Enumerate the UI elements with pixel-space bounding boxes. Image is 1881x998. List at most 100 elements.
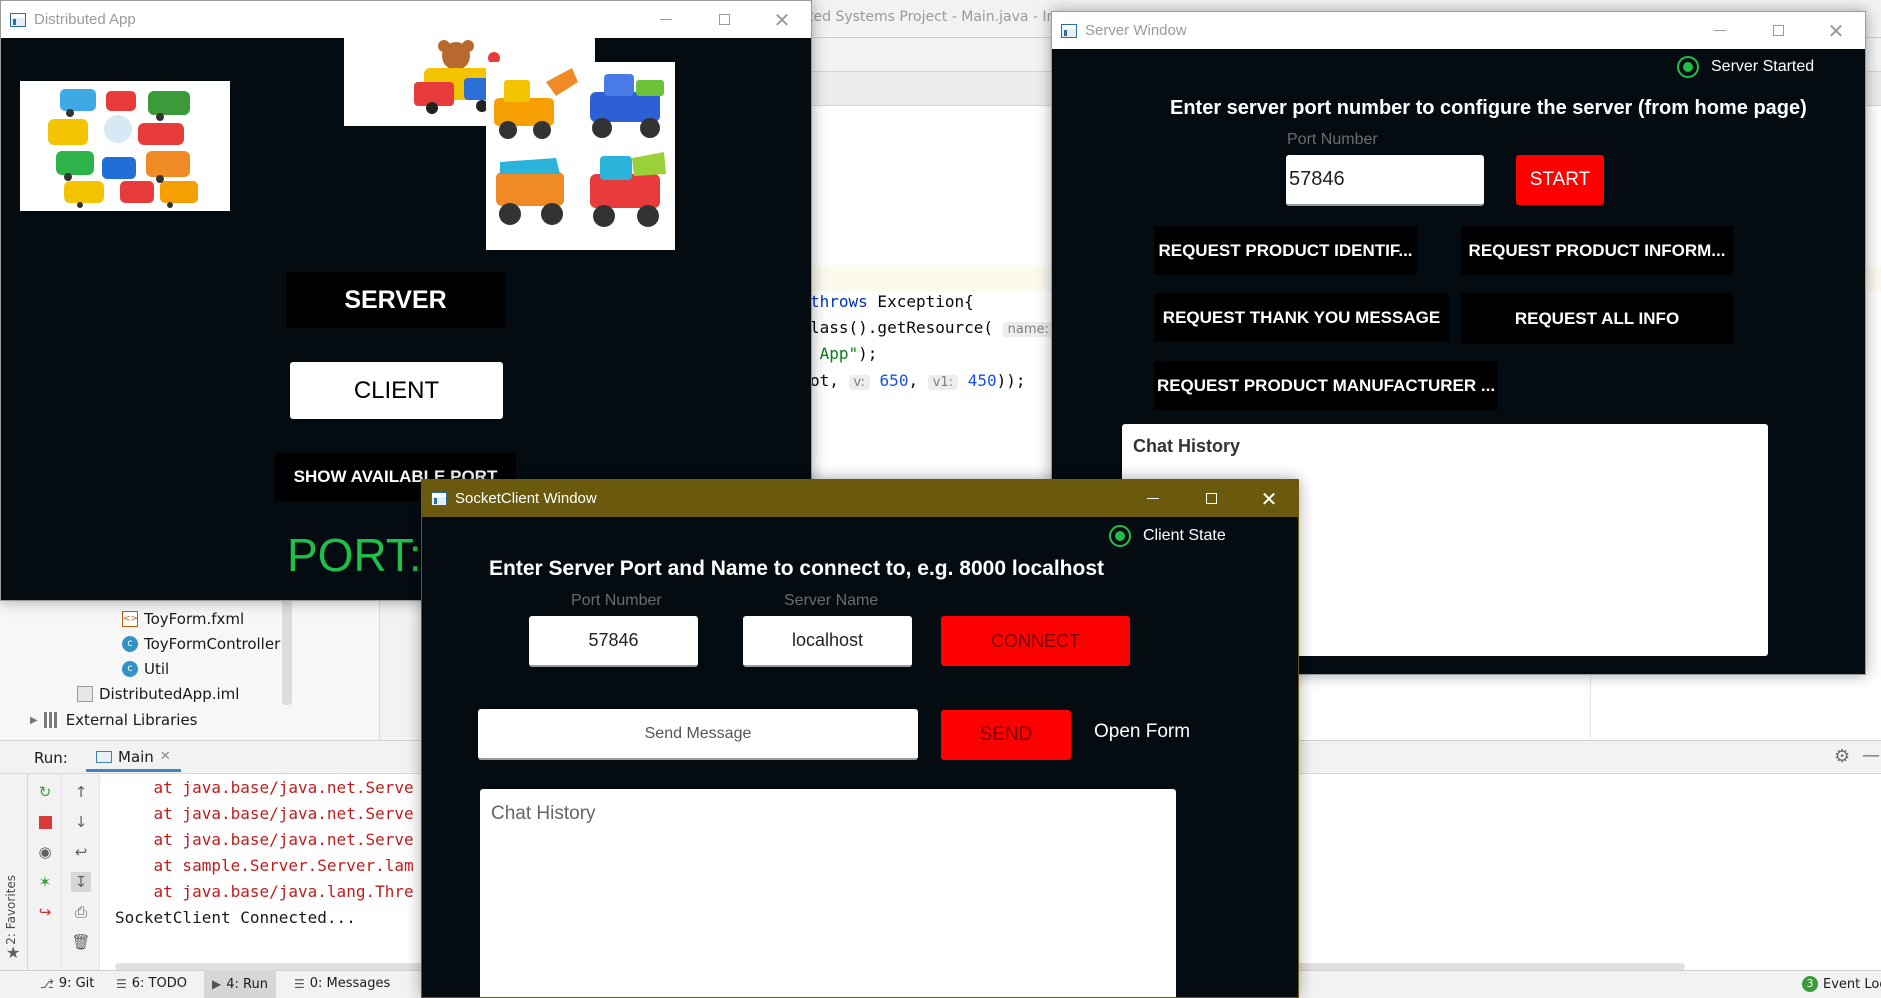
code-text: , [908, 371, 928, 390]
ide-title-text: ted Systems Project - Main.java - Int [808, 9, 1061, 25]
code-number: 450 [967, 371, 997, 390]
code-text: Exception{ [867, 292, 974, 311]
tree-item-label: DistributedApp.iml [99, 685, 240, 703]
port-number-label: Port Number [1287, 131, 1378, 148]
window-title: Distributed App [34, 11, 136, 28]
git-icon: ⎇ [40, 976, 54, 991]
client-state-radio[interactable] [1109, 525, 1131, 547]
client-port-input[interactable]: 57846 [529, 616, 698, 667]
console-line: at java.base/java.lang.Thre [115, 882, 414, 901]
client-state-label: Client State [1143, 527, 1226, 544]
client-button[interactable]: CLIENT [290, 362, 503, 419]
status-tab-label: 9: Git [58, 976, 95, 991]
maximize-icon [1772, 25, 1784, 36]
toy-trucks-image [486, 62, 675, 250]
code-text: ); [858, 344, 878, 363]
tree-item-external-libraries[interactable]: ▶ External Libraries [30, 711, 198, 729]
server-name-input[interactable]: localhost [743, 616, 912, 667]
window-titlebar[interactable]: Server Window ✕ [1052, 12, 1865, 49]
event-log-label: Event Log [1823, 976, 1881, 992]
window-title: Server Window [1085, 22, 1187, 39]
arrow-up-icon[interactable]: ↑ [71, 782, 91, 802]
tree-item-toyformcontroller[interactable]: c ToyFormController [122, 635, 280, 653]
run-toolbar-primary: ↻ ◉ ✶ ↪ [28, 774, 62, 970]
port-number-label: Port Number [571, 592, 662, 609]
open-form-link[interactable]: Open Form [1094, 721, 1190, 743]
gear-icon[interactable]: ⚙ [1834, 748, 1852, 766]
scroll-to-end-icon[interactable]: ↧ [71, 872, 91, 892]
minimize-icon [1147, 498, 1159, 499]
start-button[interactable]: START [1516, 155, 1604, 205]
close-icon: ✕ [1260, 486, 1278, 511]
minimize-button[interactable] [637, 1, 695, 38]
expand-arrow-icon[interactable]: ▶ [30, 715, 38, 726]
server-started-radio[interactable] [1677, 56, 1699, 78]
tree-item-distributedapp-iml[interactable]: DistributedApp.iml [77, 685, 239, 703]
socketclient-window: SocketClient Window ✕ Client State Enter… [421, 479, 1299, 998]
close-button[interactable]: ✕ [1240, 480, 1298, 517]
arrow-down-icon[interactable]: ↓ [71, 812, 91, 832]
close-tab-icon[interactable]: ✕ [160, 749, 171, 764]
hide-panel-icon[interactable]: — [1862, 745, 1880, 766]
stop-icon[interactable] [35, 812, 55, 832]
camera-icon[interactable]: ◉ [35, 842, 55, 862]
rerun-icon[interactable]: ↻ [35, 782, 55, 802]
exit-icon[interactable]: ↪ [35, 902, 55, 922]
toy-cars-image [20, 81, 230, 211]
code-text: ot, [810, 371, 849, 390]
status-tab-todo[interactable]: ☰ 6: TODO [116, 976, 187, 991]
status-tab-run[interactable]: ▶ 4: Run [204, 970, 276, 998]
chat-history-placeholder: Chat History [491, 803, 596, 824]
send-message-input[interactable]: Send Message [478, 709, 918, 760]
project-tree-scrollbar[interactable] [282, 595, 292, 705]
run-tab-label: Main [118, 747, 154, 766]
window-title: SocketClient Window [455, 490, 597, 507]
run-icon: ▶ [212, 977, 222, 991]
client-chat-history[interactable]: Chat History [480, 789, 1176, 997]
request-thank-you-message-button[interactable]: REQUEST THANK YOU MESSAGE [1154, 293, 1449, 342]
run-panel-label: Run: [34, 749, 68, 767]
print-icon[interactable]: ⎙ [71, 902, 91, 922]
debug-icon[interactable]: ✶ [35, 872, 55, 892]
send-button[interactable]: SEND [941, 710, 1071, 760]
tree-item-util[interactable]: c Util [122, 660, 169, 678]
minimize-button[interactable] [1124, 480, 1182, 517]
maximize-button[interactable] [695, 1, 753, 38]
request-product-identifier-button[interactable]: REQUEST PRODUCT IDENTIF... [1154, 226, 1417, 275]
server-button[interactable]: SERVER [286, 272, 505, 328]
soft-wrap-icon[interactable]: ↩ [71, 842, 91, 862]
tree-item-label: Util [144, 660, 170, 678]
connect-button[interactable]: CONNECT [941, 616, 1130, 666]
status-tab-git[interactable]: ⎇ 9: Git [40, 976, 94, 991]
window-titlebar[interactable]: SocketClient Window ✕ [422, 480, 1298, 517]
status-tab-label: 6: TODO [131, 976, 187, 991]
window-titlebar[interactable]: Distributed App ✕ [1, 1, 811, 38]
close-button[interactable]: ✕ [753, 1, 811, 38]
event-log-button[interactable]: 3 Event Log [1802, 976, 1881, 992]
run-tab-main[interactable]: Main ✕ [86, 744, 181, 772]
tree-item-label: ToyForm.fxml [144, 610, 245, 628]
iml-file-icon [77, 686, 93, 702]
console-line: at java.base/java.net.Serve [115, 804, 414, 823]
request-product-manufacturer-button[interactable]: REQUEST PRODUCT MANUFACTURER ... [1154, 361, 1498, 410]
request-all-info-button[interactable]: REQUEST ALL INFO [1461, 293, 1733, 344]
star-icon[interactable]: ★ [6, 943, 20, 962]
list-icon: ☰ [116, 976, 127, 991]
code-keyword: throws [810, 292, 868, 311]
maximize-button[interactable] [1749, 12, 1807, 49]
favorites-tab[interactable]: 2: Favorites [4, 875, 18, 945]
console-line: at sample.Server.Server.lam [115, 856, 414, 875]
server-port-input[interactable]: 57846 [1286, 155, 1484, 206]
run-toolbar-secondary: ↑ ↓ ↩ ↧ ⎙ 🗑 [62, 774, 100, 970]
maximize-button[interactable] [1182, 480, 1240, 517]
port-label: PORT: [287, 529, 422, 581]
minimize-button[interactable] [1691, 12, 1749, 49]
trash-icon[interactable]: 🗑 [71, 932, 91, 952]
status-tab-messages[interactable]: ☰ 0: Messages [294, 976, 390, 991]
close-button[interactable]: ✕ [1807, 12, 1865, 49]
request-product-information-button[interactable]: REQUEST PRODUCT INFORM... [1461, 226, 1733, 275]
tree-item-toyform-fxml[interactable]: <> ToyForm.fxml [122, 610, 244, 628]
socketclient-window-body: Client State Enter Server Port and Name … [422, 517, 1298, 997]
code-line: App"); [810, 344, 878, 363]
client-heading: Enter Server Port and Name to connect to… [489, 557, 1105, 580]
